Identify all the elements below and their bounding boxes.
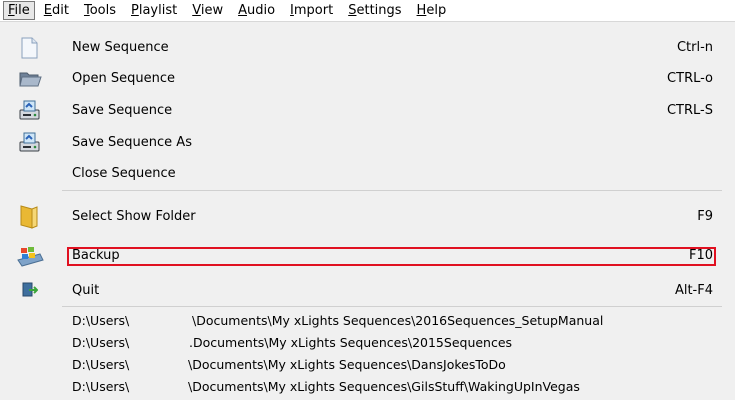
recent-file-item[interactable]: D:\Users\ \Documents\My xLights Sequence… — [0, 353, 735, 375]
recent-file-item[interactable]: D:\Users\ \Documents\My xLights Sequence… — [0, 375, 735, 397]
highlight-box — [67, 247, 716, 266]
menu-bar: File Edit Tools Playlist View Audio Impo… — [0, 0, 735, 22]
shortcut-label: F9 — [697, 209, 713, 224]
menu-separator — [62, 190, 722, 191]
menu-settings[interactable]: Settings — [342, 2, 407, 19]
shortcut-label: CTRL-S — [666, 103, 713, 118]
menu-help[interactable]: Help — [411, 2, 453, 19]
menu-tools-label: Tools — [83, 3, 116, 18]
recent-file-path: .Documents\My xLights Sequences\2015Sequ… — [189, 335, 513, 350]
shortcut-label: Ctrl-n — [676, 40, 713, 55]
menu-item-new-sequence[interactable]: New Sequence Ctrl-n — [0, 32, 735, 63]
shortcut-label: CTRL-o — [667, 71, 713, 86]
menu-item-label: New Sequence — [72, 40, 169, 55]
menu-item-close-sequence[interactable]: Close Sequence — [0, 158, 735, 189]
menu-item-label: Select Show Folder — [72, 209, 196, 224]
menu-item-label: Close Sequence — [72, 166, 176, 181]
menu-edit-label: Edit — [43, 3, 69, 18]
menu-import[interactable]: Import — [284, 2, 339, 19]
recent-file-item[interactable]: D:\Users\ \Documents\My xLights Sequence… — [0, 309, 735, 331]
menu-playlist-label: Playlist — [131, 3, 178, 18]
menu-edit[interactable]: Edit — [38, 2, 75, 19]
menu-file-label: File — [8, 3, 30, 18]
menu-item-select-show-folder[interactable]: Select Show Folder F9 — [0, 199, 735, 233]
save-drive-icon — [18, 100, 40, 122]
menu-import-label: Import — [290, 3, 334, 18]
recent-file-path: \Documents\My xLights Sequences\GilsStuf… — [188, 379, 580, 394]
windows-backup-icon — [16, 245, 44, 267]
file-menu-dropdown: New Sequence Ctrl-n Open Sequence CTRL-o… — [0, 22, 735, 400]
recent-file-item[interactable]: D:\Users\ .Documents\My xLights Sequence… — [0, 331, 735, 353]
menu-item-label: Save Sequence — [72, 103, 173, 118]
menu-file[interactable]: File — [3, 1, 35, 20]
shortcut-label: Alt-F4 — [674, 283, 713, 298]
menu-item-label: Save Sequence As — [72, 135, 192, 150]
recent-file-prefix: D:\Users\ — [72, 379, 130, 394]
menu-audio-label: Audio — [238, 3, 276, 18]
open-folder-icon — [18, 68, 42, 90]
recent-file-path: \Documents\My xLights Sequences\DansJoke… — [188, 357, 506, 372]
menu-view-label: View — [192, 3, 224, 18]
menu-item-quit[interactable]: Quit Alt-F4 — [0, 275, 735, 306]
menu-item-open-sequence[interactable]: Open Sequence CTRL-o — [0, 63, 735, 94]
recent-file-prefix: D:\Users\ — [72, 357, 130, 372]
menu-item-save-sequence[interactable]: Save Sequence CTRL-S — [0, 95, 735, 126]
yellow-folder-icon — [18, 202, 42, 230]
menu-view[interactable]: View — [186, 2, 229, 19]
menu-settings-label: Settings — [348, 3, 402, 18]
menu-tools[interactable]: Tools — [78, 2, 122, 19]
menu-item-save-sequence-as[interactable]: Save Sequence As — [0, 127, 735, 158]
recent-file-prefix: D:\Users\ — [72, 313, 130, 328]
menu-separator — [62, 306, 722, 307]
recent-file-prefix: D:\Users\ — [72, 335, 130, 350]
menu-playlist[interactable]: Playlist — [125, 2, 183, 19]
recent-file-path: \Documents\My xLights Sequences\2016Sequ… — [192, 313, 604, 328]
save-as-drive-icon — [18, 132, 40, 154]
menu-item-label: Open Sequence — [72, 71, 175, 86]
new-document-icon — [18, 37, 40, 59]
menu-audio[interactable]: Audio — [232, 2, 281, 19]
menu-help-label: Help — [416, 3, 447, 18]
exit-icon — [22, 282, 39, 298]
menu-item-label: Quit — [72, 283, 100, 298]
